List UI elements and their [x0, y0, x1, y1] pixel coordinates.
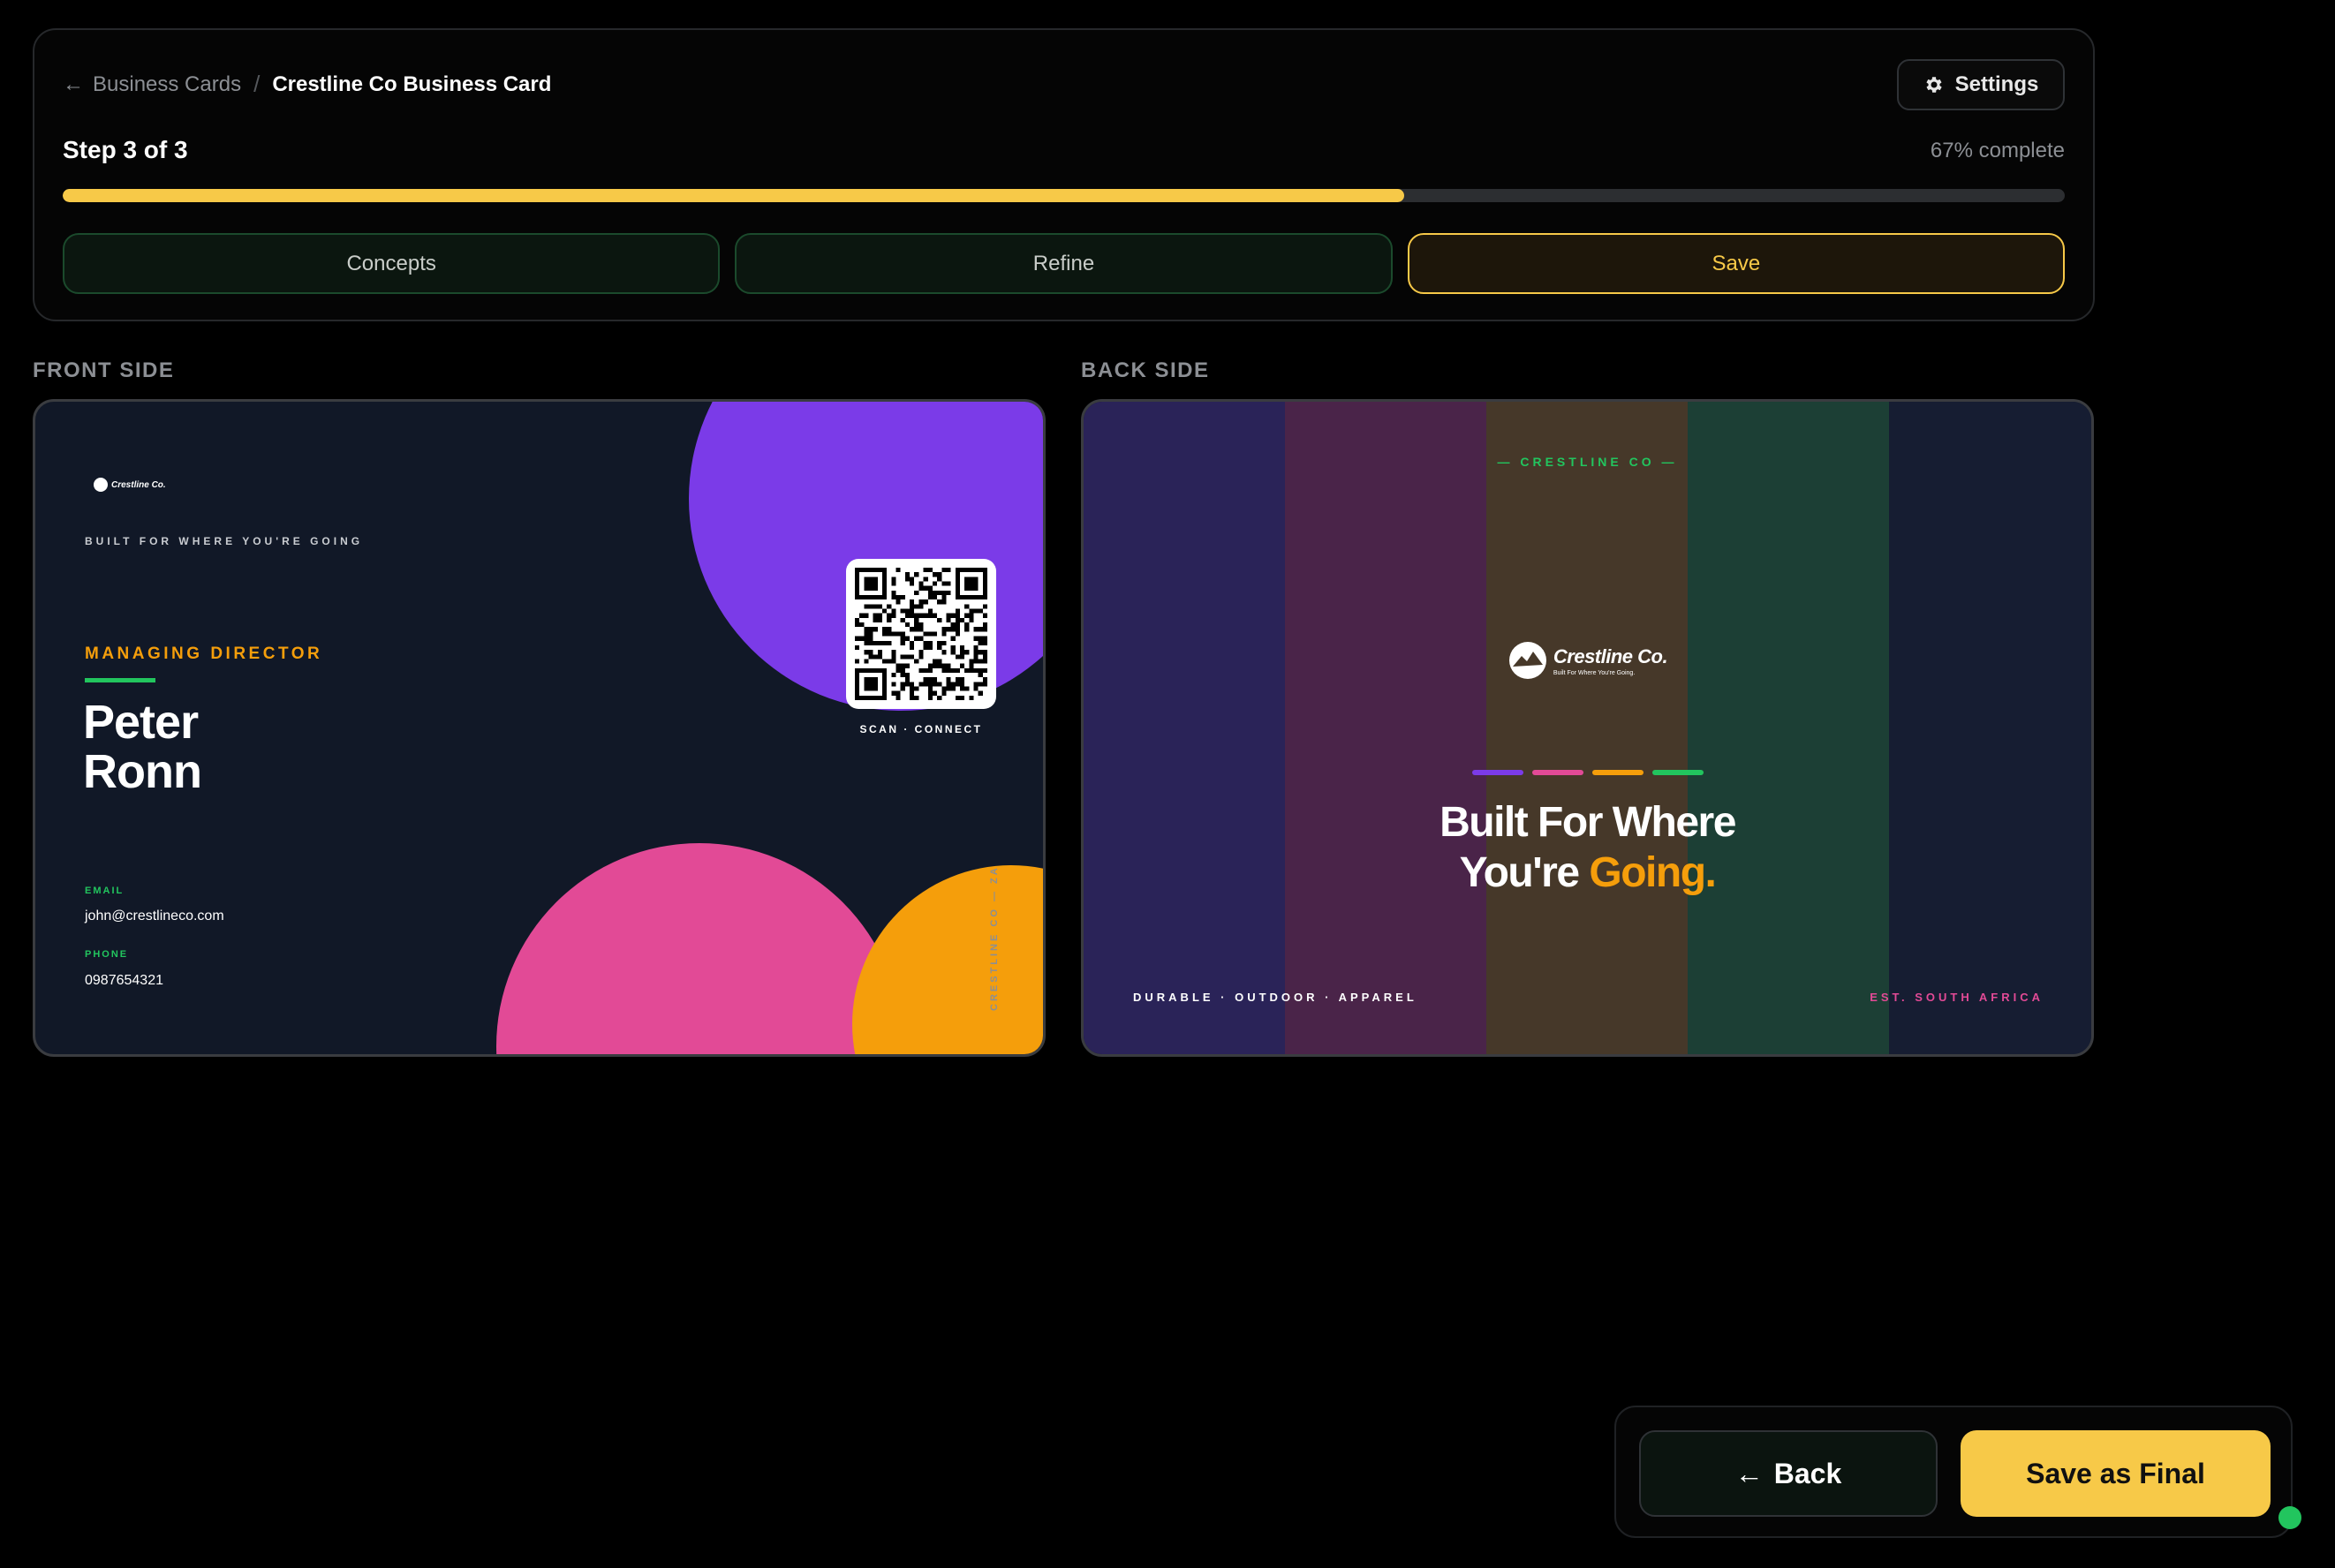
- crestline-logo: Crestline Co.: [94, 478, 166, 492]
- status-indicator-dot: [2278, 1506, 2301, 1529]
- back-side-label: BACK SIDE: [1081, 358, 1210, 382]
- step-tab-save[interactable]: Save: [1407, 233, 2065, 294]
- progress-bar-fill: [63, 189, 1404, 202]
- mountain-logo-icon: [94, 478, 108, 492]
- color-bar: [1591, 770, 1644, 775]
- step-tab-label: Concepts: [346, 251, 436, 275]
- email-value: john@crestlineco.com: [85, 908, 224, 923]
- settings-label: Settings: [1954, 72, 2039, 96]
- back-card-preview[interactable]: — CRESTLINE CO — Crestline Co. Built For…: [1081, 399, 2094, 1057]
- color-bar: [1471, 770, 1523, 775]
- progress-percent: 67% complete: [1930, 139, 2065, 162]
- settings-button[interactable]: Settings: [1897, 59, 2065, 110]
- gear-icon: [1926, 77, 1942, 93]
- wizard-header: ← Business Cards / Crestline Co Business…: [33, 28, 2095, 321]
- step-tab-refine[interactable]: Refine: [735, 233, 1393, 294]
- phone-value: 0987654321: [85, 973, 163, 988]
- last-name: Ronn: [83, 745, 202, 798]
- breadcrumb: ← Business Cards / Crestline Co Business…: [63, 71, 551, 98]
- back-button-label: Back: [1773, 1457, 1842, 1489]
- action-bar: ← Back Save as Final: [1614, 1406, 2293, 1538]
- pink-circle-decoration: [496, 843, 903, 1054]
- stripe-plum: [1285, 402, 1486, 1054]
- orange-circle-decoration: [852, 865, 1043, 1054]
- arrow-left-icon: ←: [63, 72, 84, 96]
- logo-text: Crestline Co.: [111, 479, 166, 490]
- stripe-navy: [1889, 402, 2091, 1054]
- step-tab-label: Refine: [1032, 251, 1095, 275]
- qr-code: [846, 559, 996, 709]
- back-footer-left: DURABLE · OUTDOOR · APPAREL: [1133, 991, 1417, 1004]
- step-tab-concepts[interactable]: Concepts: [63, 233, 721, 294]
- breadcrumb-back-link[interactable]: ← Business Cards: [63, 72, 241, 97]
- breadcrumb-current: Crestline Co Business Card: [272, 72, 552, 96]
- headline-accent: Going.: [1589, 849, 1716, 896]
- vertical-brand-text: CRESTLINE CO — ZA: [989, 865, 1000, 1011]
- qr-code-icon: [855, 568, 987, 700]
- stripe-brown: [1486, 402, 1688, 1054]
- front-card-preview[interactable]: Crestline Co. BUILT FOR WHERE YOU'RE GOI…: [33, 399, 1046, 1057]
- color-bar: [1651, 770, 1704, 775]
- back-logo-name: Crestline Co.: [1553, 645, 1668, 667]
- front-side-label: FRONT SIDE: [33, 358, 175, 382]
- first-name: Peter: [83, 696, 199, 749]
- headline-line-1: Built For Where: [1440, 799, 1736, 846]
- step-tab-label: Save: [1712, 251, 1761, 275]
- headline-line-2: You're Going.: [1084, 848, 2091, 898]
- email-label: EMAIL: [85, 886, 125, 896]
- step-indicator: Step 3 of 3: [63, 136, 188, 163]
- headline-line-2-start: You're: [1459, 849, 1580, 896]
- back-brand-text: — CRESTLINE CO —: [1497, 455, 1678, 469]
- job-title: MANAGING DIRECTOR: [85, 645, 323, 663]
- phone-label: PHONE: [85, 949, 129, 960]
- mountain-logo-icon: [1508, 642, 1546, 679]
- color-bar: [1531, 770, 1583, 775]
- back-logo-tagline: Built For Where You're Going.: [1553, 669, 1636, 676]
- color-bars: [1084, 770, 2091, 775]
- front-tagline: BUILT FOR WHERE YOU'RE GOING: [85, 535, 364, 547]
- breadcrumb-parent[interactable]: Business Cards: [93, 72, 241, 97]
- back-headline: Built For Where You're Going.: [1084, 797, 2091, 898]
- title-underline: [85, 678, 155, 682]
- save-as-final-button[interactable]: Save as Final: [1961, 1430, 2271, 1517]
- back-button[interactable]: ← Back: [1639, 1430, 1938, 1517]
- qr-caption: SCAN · CONNECT: [859, 723, 983, 735]
- crestline-logo-large: Crestline Co. Built For Where You're Goi…: [1084, 640, 2091, 681]
- stripe-green: [1688, 402, 1889, 1054]
- person-name: Peter Ronn: [83, 696, 202, 798]
- progress-bar: [63, 189, 2065, 202]
- save-as-final-label: Save as Final: [2026, 1457, 2205, 1489]
- arrow-left-icon: ←: [1734, 1457, 1764, 1489]
- stripe-purple: [1084, 402, 1285, 1054]
- step-tabs: Concepts Refine Save: [63, 233, 2065, 294]
- back-footer-right: EST. SOUTH AFRICA: [1870, 991, 2044, 1004]
- breadcrumb-separator: /: [253, 71, 261, 97]
